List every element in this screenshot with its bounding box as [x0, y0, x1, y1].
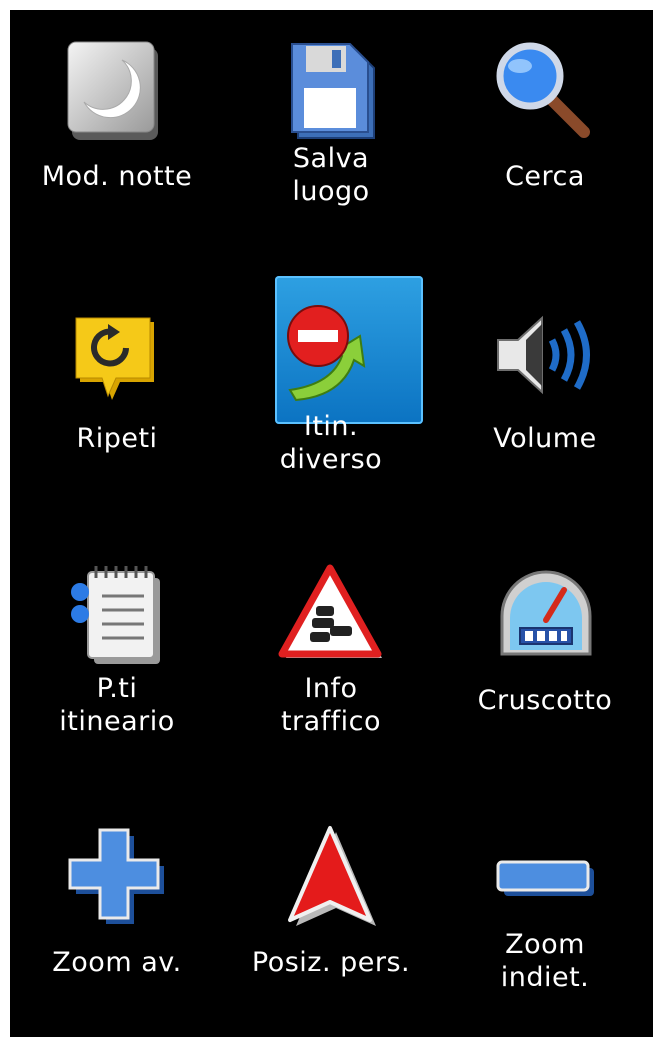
plus-icon	[62, 824, 172, 934]
detour-icon	[276, 292, 386, 402]
dashboard-label: Cruscotto	[477, 685, 613, 716]
notepad-icon	[62, 562, 172, 672]
repeat-button[interactable]: Ripeti	[10, 272, 224, 534]
volume-button[interactable]: Volume	[438, 272, 652, 534]
route-points-button[interactable]: P.ti itineario	[10, 534, 224, 796]
dashboard-button[interactable]: Cruscotto	[438, 534, 652, 796]
search-label: Cerca	[505, 161, 585, 192]
position-arrow-icon	[276, 824, 386, 934]
volume-label: Volume	[493, 423, 597, 454]
night-mode-button[interactable]: Mod. notte	[10, 10, 224, 272]
save-place-button[interactable]: Salva luogo	[224, 10, 438, 272]
magnifier-icon	[490, 38, 600, 148]
menu-screen: Mod. notte Salva luogo Cerca Ripeti Itin…	[10, 10, 653, 1037]
repeat-label: Ripeti	[76, 423, 158, 454]
zoom-out-button[interactable]: Zoom indiet.	[438, 796, 652, 1037]
night-mode-label: Mod. notte	[41, 161, 193, 192]
repeat-speech-icon	[62, 300, 172, 410]
zoom-out-label: Zoom indiet.	[500, 929, 590, 993]
alt-route-label: Itin. diverso	[279, 411, 383, 475]
traffic-info-button[interactable]: Info traffico	[224, 534, 438, 796]
speaker-icon	[490, 300, 600, 410]
speedometer-icon	[490, 562, 600, 672]
traffic-sign-icon	[276, 562, 386, 672]
floppy-disk-icon	[276, 38, 386, 148]
zoom-in-label: Zoom av.	[52, 947, 182, 978]
search-button[interactable]: Cerca	[438, 10, 652, 272]
zoom-in-button[interactable]: Zoom av.	[10, 796, 224, 1037]
alt-route-button[interactable]: Itin. diverso	[224, 272, 438, 534]
my-position-label: Posiz. pers.	[251, 947, 411, 978]
my-position-button[interactable]: Posiz. pers.	[224, 796, 438, 1037]
moon-icon	[62, 38, 172, 148]
traffic-info-label: Info traffico	[280, 673, 382, 737]
route-points-label: P.ti itineario	[59, 673, 175, 737]
save-place-label: Salva luogo	[292, 143, 370, 207]
minus-icon	[490, 824, 600, 934]
